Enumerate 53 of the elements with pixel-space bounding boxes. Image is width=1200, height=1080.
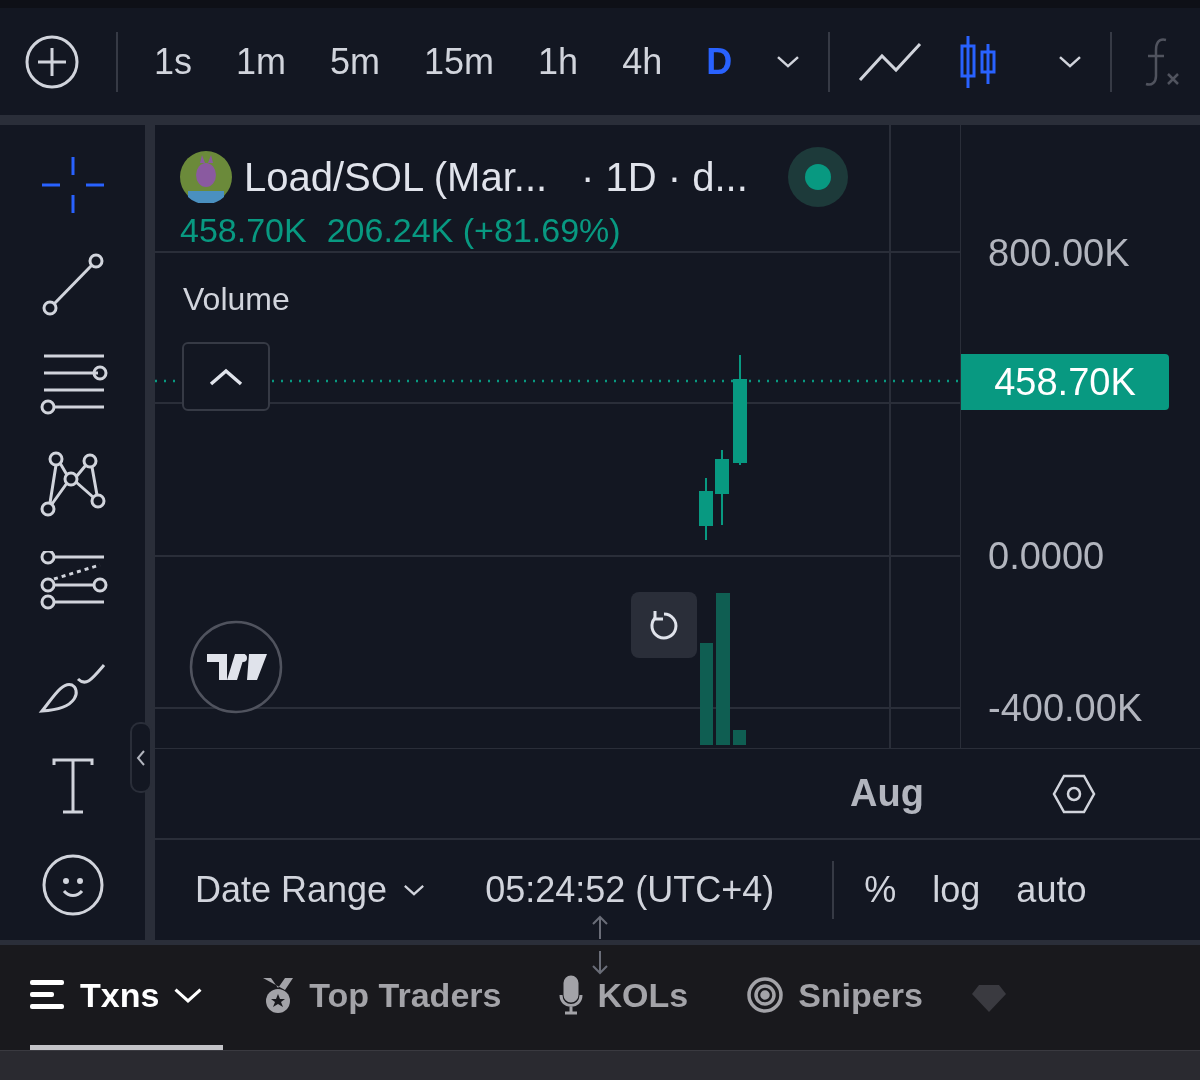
chevron-left-icon <box>136 748 146 767</box>
indicator-label: Volume <box>183 281 290 318</box>
log-toggle[interactable]: log <box>932 869 981 911</box>
interval-tab[interactable]: 4h <box>622 40 663 83</box>
date-range-dropdown[interactable]: Date Range <box>195 869 426 911</box>
interval-tab[interactable]: 5m <box>330 40 381 83</box>
line-chart-icon <box>858 41 923 82</box>
price-axis-label: 800.00K <box>988 231 1130 275</box>
volume-bar <box>733 730 746 745</box>
caret-icon <box>403 883 426 897</box>
menu-icon <box>30 980 66 1010</box>
chevron-up-icon <box>209 367 243 386</box>
interval-tab[interactable]: D <box>706 40 733 83</box>
interval-tab[interactable]: 15m <box>424 40 495 83</box>
resize-handle-icon <box>590 915 610 975</box>
panel-tab[interactable]: Snipers <box>726 945 943 1050</box>
collapse-button[interactable] <box>182 342 270 411</box>
symbol-title: Load/SOL (Mar... <box>244 154 548 200</box>
chevron-down-icon <box>173 986 204 1004</box>
candlestick-icon <box>958 33 999 90</box>
chart-details: · 1D · d... <box>581 154 748 200</box>
microphone-icon <box>559 975 584 1015</box>
caret-icon <box>776 54 801 69</box>
last-price-tag: 458.70K <box>961 354 1169 410</box>
target-icon <box>746 976 785 1014</box>
diamond-icon <box>970 982 1007 1013</box>
token-avatar <box>180 151 232 203</box>
panel-tab[interactable]: KOLs <box>539 945 709 1050</box>
auto-toggle[interactable]: auto <box>1016 869 1087 911</box>
collapse-sidebar-handle[interactable] <box>130 722 152 793</box>
chart-type-button[interactable] <box>858 41 923 82</box>
interval-dropdown[interactable] <box>776 54 801 69</box>
caret-icon <box>1058 54 1083 69</box>
price-axis-label: -400.00K <box>988 686 1143 730</box>
add-button[interactable] <box>24 33 80 90</box>
interval-tab[interactable]: 1m <box>236 40 287 83</box>
settings-button[interactable] <box>1051 773 1096 814</box>
plus-icon <box>24 33 80 90</box>
medal-icon <box>261 976 296 1014</box>
settings-icon <box>1051 773 1096 814</box>
logo-icon <box>189 620 283 714</box>
percent-toggle[interactable]: % <box>864 869 897 911</box>
close-value: 458.70K <box>180 211 307 250</box>
reset-button[interactable] <box>631 592 697 658</box>
panel-tab[interactable]: Top Traders <box>241 945 522 1050</box>
candle <box>699 477 713 541</box>
interval-tab[interactable]: 1s <box>154 40 193 83</box>
interval-tab[interactable]: 1h <box>538 40 579 83</box>
price-axis-label: 0.0000 <box>988 534 1105 578</box>
change-value: 206.24K (+81.69%) <box>326 211 621 250</box>
chart-type-dropdown[interactable] <box>1058 54 1083 69</box>
clock-time: 05:24:52 (UTC+4) <box>485 869 775 911</box>
time-axis-label: Aug <box>850 772 924 815</box>
